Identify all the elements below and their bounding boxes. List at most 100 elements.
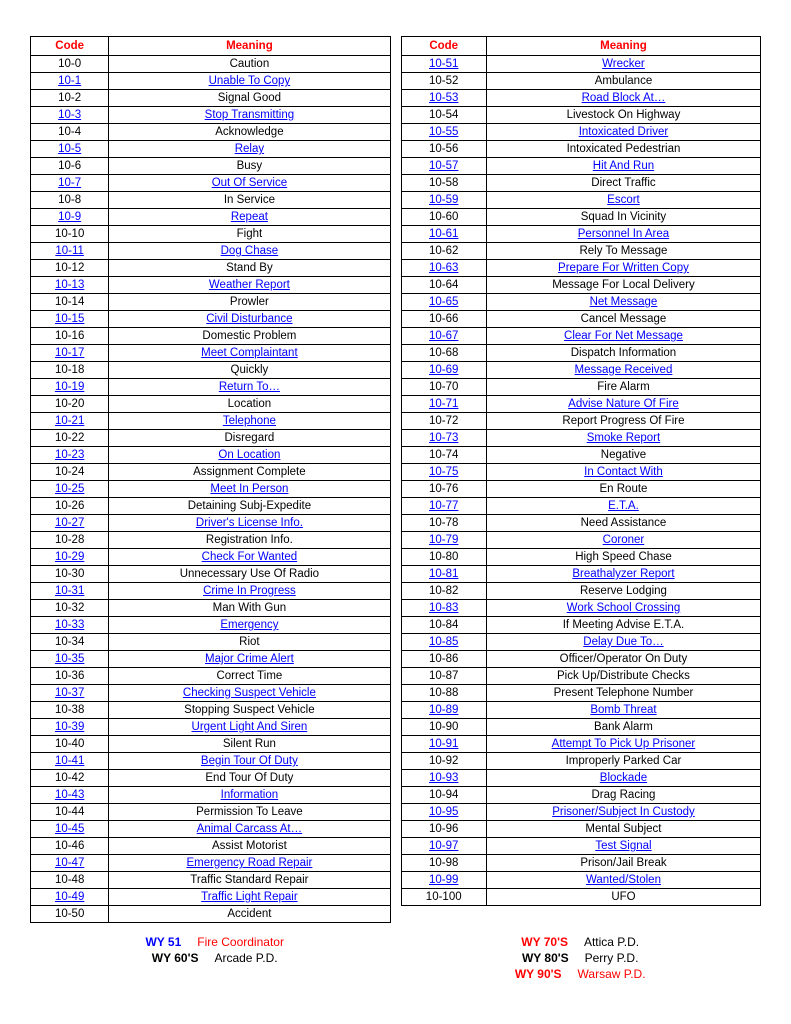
table-row: 10-92Improperly Parked Car xyxy=(401,753,761,770)
code-cell: 10-15 xyxy=(31,311,109,328)
table-row: 10-99Wanted/Stolen xyxy=(401,872,761,889)
code-cell: 10-96 xyxy=(401,821,486,838)
code-cell: 10-25 xyxy=(31,481,109,498)
table-row: 10-4Acknowledge xyxy=(31,124,391,141)
meaning-cell: Man With Gun xyxy=(109,600,390,617)
code-cell: 10-11 xyxy=(31,243,109,260)
code-cell: 10-22 xyxy=(31,430,109,447)
code-cell: 10-72 xyxy=(401,413,486,430)
code-cell: 10-51 xyxy=(401,56,486,73)
meaning-cell: E.T.A. xyxy=(486,498,760,515)
footer-code: WY 80'S xyxy=(522,951,569,965)
table-row: 10-1Unable To Copy xyxy=(31,73,391,90)
meaning-cell: Information xyxy=(109,787,390,804)
meaning-cell: Assist Motorist xyxy=(109,838,390,855)
meaning-cell: Escort xyxy=(486,192,760,209)
meaning-cell: Dispatch Information xyxy=(486,345,760,362)
table-row: 10-37Checking Suspect Vehicle xyxy=(31,685,391,702)
meaning-cell: Disregard xyxy=(109,430,390,447)
meaning-cell: Animal Carcass At… xyxy=(109,821,390,838)
table-row: 10-64Message For Local Delivery xyxy=(401,277,761,294)
meaning-cell: In Service xyxy=(109,192,390,209)
code-cell: 10-37 xyxy=(31,685,109,702)
code-cell: 10-27 xyxy=(31,515,109,532)
code-cell: 10-83 xyxy=(401,600,486,617)
footer-code: WY 51 xyxy=(145,935,181,949)
code-cell: 10-55 xyxy=(401,124,486,141)
footer-meaning: Fire Coordinator xyxy=(197,935,284,949)
code-cell: 10-12 xyxy=(31,260,109,277)
code-cell: 10-9 xyxy=(31,209,109,226)
meaning-cell: Direct Traffic xyxy=(486,175,760,192)
table-row: 10-88Present Telephone Number xyxy=(401,685,761,702)
meaning-cell: Work School Crossing xyxy=(486,600,760,617)
footer-row: WY 51 Fire Coordinator xyxy=(145,935,284,949)
table-row: 10-96Mental Subject xyxy=(401,821,761,838)
meaning-cell: Intoxicated Driver xyxy=(486,124,760,141)
meaning-cell: Need Assistance xyxy=(486,515,760,532)
meaning-cell: Rely To Message xyxy=(486,243,760,260)
meaning-cell: Assignment Complete xyxy=(109,464,390,481)
code-cell: 10-42 xyxy=(31,770,109,787)
code-cell: 10-57 xyxy=(401,158,486,175)
table-row: 10-7Out Of Service xyxy=(31,175,391,192)
table-row: 10-85Delay Due To… xyxy=(401,634,761,651)
code-cell: 10-54 xyxy=(401,107,486,124)
meaning-cell: Domestic Problem xyxy=(109,328,390,345)
table-row: 10-22Disregard xyxy=(31,430,391,447)
meaning-cell: Unnecessary Use Of Radio xyxy=(109,566,390,583)
table-row: 10-11Dog Chase xyxy=(31,243,391,260)
meaning-cell: Accident xyxy=(109,906,390,923)
table-row: 10-13Weather Report xyxy=(31,277,391,294)
table-row: 10-71Advise Nature Of Fire xyxy=(401,396,761,413)
code-cell: 10-23 xyxy=(31,447,109,464)
code-cell: 10-56 xyxy=(401,141,486,158)
code-cell: 10-48 xyxy=(31,872,109,889)
meaning-cell: Unable To Copy xyxy=(109,73,390,90)
table-row: 10-0Caution xyxy=(31,56,391,73)
table-row: 10-21Telephone xyxy=(31,413,391,430)
table-row: 10-34Riot xyxy=(31,634,391,651)
code-cell: 10-64 xyxy=(401,277,486,294)
meaning-cell: Bomb Threat xyxy=(486,702,760,719)
meaning-cell: Wanted/Stolen xyxy=(486,872,760,889)
code-cell: 10-3 xyxy=(31,107,109,124)
code-cell: 10-88 xyxy=(401,685,486,702)
code-cell: 10-40 xyxy=(31,736,109,753)
meaning-cell: Report Progress Of Fire xyxy=(486,413,760,430)
code-cell: 10-74 xyxy=(401,447,486,464)
table-row: 10-93Blockade xyxy=(401,770,761,787)
meaning-cell: Traffic Light Repair xyxy=(109,889,390,906)
footer-row: WY 80'S Perry P.D. xyxy=(522,951,638,965)
code-cell: 10-68 xyxy=(401,345,486,362)
meaning-cell: Test Signal xyxy=(486,838,760,855)
code-cell: 10-73 xyxy=(401,430,486,447)
footer-meaning: Attica P.D. xyxy=(584,935,639,949)
code-cell: 10-95 xyxy=(401,804,486,821)
footer-section: WY 51Fire CoordinatorWY 60'SArcade P.D.W… xyxy=(30,935,761,981)
table-row: 10-81Breathalyzer Report xyxy=(401,566,761,583)
table-row: 10-97Test Signal xyxy=(401,838,761,855)
table-row: 10-3Stop Transmitting xyxy=(31,107,391,124)
table-row: 10-41Begin Tour Of Duty xyxy=(31,753,391,770)
table-row: 10-86Officer/Operator On Duty xyxy=(401,651,761,668)
table-row: 10-82Reserve Lodging xyxy=(401,583,761,600)
table-row: 10-95Prisoner/Subject In Custody xyxy=(401,804,761,821)
table-row: 10-10Fight xyxy=(31,226,391,243)
table-row: 10-94Drag Racing xyxy=(401,787,761,804)
meaning-cell: Present Telephone Number xyxy=(486,685,760,702)
table-row: 10-59Escort xyxy=(401,192,761,209)
table-row: 10-91Attempt To Pick Up Prisoner xyxy=(401,736,761,753)
footer-meaning: Perry P.D. xyxy=(585,951,639,965)
meaning-cell: Major Crime Alert xyxy=(109,651,390,668)
table-row: 10-6Busy xyxy=(31,158,391,175)
table-row: 10-51Wrecker xyxy=(401,56,761,73)
table-row: 10-84If Meeting Advise E.T.A. xyxy=(401,617,761,634)
code-cell: 10-17 xyxy=(31,345,109,362)
meaning-cell: Squad In Vicinity xyxy=(486,209,760,226)
code-cell: 10-14 xyxy=(31,294,109,311)
code-cell: 10-2 xyxy=(31,90,109,107)
code-cell: 10-0 xyxy=(31,56,109,73)
code-cell: 10-39 xyxy=(31,719,109,736)
code-cell: 10-91 xyxy=(401,736,486,753)
